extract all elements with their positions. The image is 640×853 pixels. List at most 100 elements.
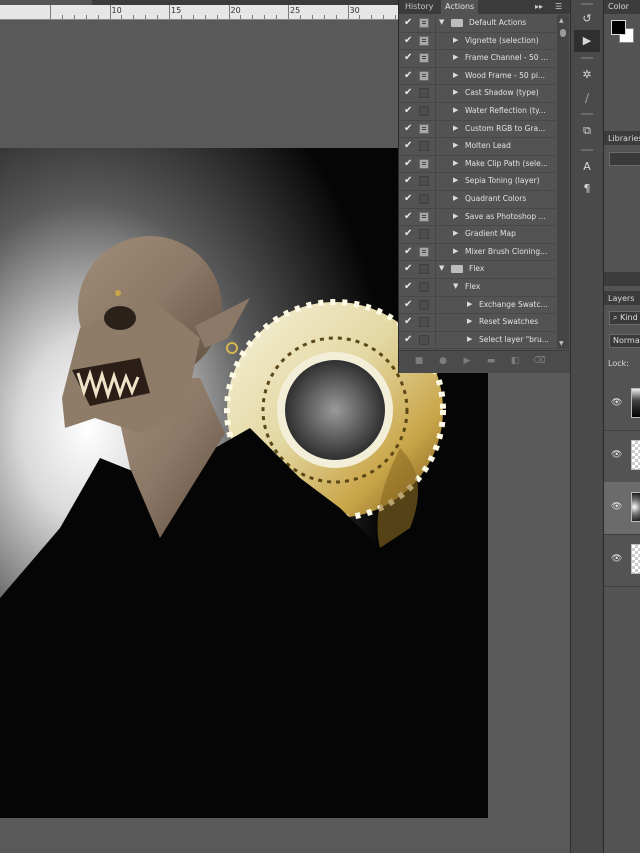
stop-icon[interactable]: ■ xyxy=(413,355,425,367)
new-set-folder-icon[interactable]: ▬ xyxy=(485,355,497,367)
toggle-dialog-icon[interactable] xyxy=(419,299,429,310)
toggle-dialog-icon[interactable] xyxy=(419,53,429,64)
chevron-right-icon[interactable]: ▶ xyxy=(453,124,458,132)
toggle-item-checkbox[interactable]: ✔ xyxy=(404,70,414,82)
scroll-up-icon[interactable]: ▲ xyxy=(559,17,564,24)
trash-icon[interactable]: ⌫ xyxy=(533,355,546,367)
toggle-dialog-icon[interactable] xyxy=(419,246,429,257)
toggle-dialog-icon[interactable] xyxy=(419,88,429,99)
eye-icon[interactable]: 👁 xyxy=(611,450,622,460)
toggle-item-checkbox[interactable]: ✔ xyxy=(404,158,414,170)
layer-thumbnail[interactable] xyxy=(631,440,640,470)
toggle-item-checkbox[interactable]: ✔ xyxy=(404,193,414,205)
new-action-icon[interactable]: ◧ xyxy=(509,355,521,367)
action-row[interactable]: ✔ ▶ Quadrant Colors xyxy=(399,190,557,209)
scrollbar-thumb[interactable] xyxy=(560,29,566,37)
chevron-right-icon[interactable]: ▶ xyxy=(467,317,472,325)
toggle-dialog-icon[interactable] xyxy=(419,264,429,275)
toggle-dialog-icon[interactable] xyxy=(419,70,429,81)
action-row[interactable]: ✔ ▶ Vignette (selection) xyxy=(399,32,557,51)
panel-grip[interactable] xyxy=(581,113,593,115)
toggle-item-checkbox[interactable]: ✔ xyxy=(404,123,414,135)
panel-grip[interactable] xyxy=(581,57,593,59)
action-row[interactable]: ✔ ▶ Custom RGB to Gra... xyxy=(399,120,557,139)
toggle-dialog-icon[interactable] xyxy=(419,334,429,345)
chevron-right-icon[interactable]: ▶ xyxy=(453,194,458,202)
foreground-color-swatch[interactable] xyxy=(611,20,626,35)
clone-source-icon[interactable]: ⧉ xyxy=(574,120,600,142)
toggle-item-checkbox[interactable]: ✔ xyxy=(404,228,414,240)
toggle-dialog-icon[interactable] xyxy=(419,229,429,240)
layer-row[interactable]: 👁 xyxy=(604,378,640,431)
layer-row[interactable]: 👁 xyxy=(604,430,640,483)
toggle-dialog-icon[interactable] xyxy=(419,123,429,134)
toggle-item-checkbox[interactable]: ✔ xyxy=(404,246,414,258)
action-row[interactable]: ✔ ▶ Make Clip Path (sele... xyxy=(399,155,557,174)
action-set-row[interactable]: ✔ ▼ Flex xyxy=(399,261,557,279)
history-brush-icon[interactable]: ↺ xyxy=(574,8,600,30)
scroll-down-icon[interactable]: ▼ xyxy=(559,340,564,347)
action-row[interactable]: ✔ ▶ Frame Channel - 50 ... xyxy=(399,50,557,68)
chevron-right-icon[interactable]: ▶ xyxy=(453,53,458,61)
horizontal-ruler[interactable]: 10 15 20 25 30 xyxy=(0,5,398,20)
toggle-dialog-icon[interactable] xyxy=(419,281,429,292)
toggle-item-checkbox[interactable]: ✔ xyxy=(404,87,414,99)
toggle-item-checkbox[interactable]: ✔ xyxy=(404,140,414,152)
panel-grip[interactable] xyxy=(581,149,593,151)
action-row[interactable]: ✔ ▶ Mixer Brush Cloning... xyxy=(399,243,557,262)
toggle-dialog-icon[interactable] xyxy=(419,35,429,46)
action-row[interactable]: ✔ ▶ Molten Lead xyxy=(399,138,557,156)
play-icon[interactable]: ▶ xyxy=(461,355,473,367)
toggle-item-checkbox[interactable]: ✔ xyxy=(404,316,414,328)
layers-panel-title[interactable]: Layers xyxy=(608,294,634,303)
chevron-right-icon[interactable]: ▶ xyxy=(453,106,458,114)
toggle-dialog-icon[interactable] xyxy=(419,158,429,169)
toggle-dialog-icon[interactable] xyxy=(419,176,429,187)
tab-history[interactable]: History xyxy=(401,0,437,14)
toggle-dialog-icon[interactable] xyxy=(419,105,429,116)
action-row[interactable]: ✔ ▶ Cast Shadow (type) xyxy=(399,85,557,103)
action-step-row[interactable]: ✔ ▶ Reset Swatches xyxy=(399,314,557,332)
chevron-right-icon[interactable]: ▶ xyxy=(453,71,458,79)
chevron-down-icon[interactable]: ▼ xyxy=(439,264,444,272)
action-step-row[interactable]: ✔ ▶ Exchange Swatc... xyxy=(399,296,557,315)
character-icon[interactable]: A xyxy=(574,156,600,178)
libraries-panel-title[interactable]: Libraries xyxy=(608,134,640,143)
action-row[interactable]: ✔ ▶ Save as Photoshop ... xyxy=(399,208,557,227)
toggle-dialog-icon[interactable] xyxy=(419,18,429,28)
panel-menu-icon[interactable]: ☰ xyxy=(555,0,562,14)
action-step-row[interactable]: ✔ ▶ Select layer "bru... xyxy=(399,331,557,350)
toggle-item-checkbox[interactable]: ✔ xyxy=(404,281,414,293)
brush-settings-icon[interactable]: ✲ xyxy=(574,64,600,86)
chevron-down-icon[interactable]: ▼ xyxy=(439,18,444,26)
chevron-right-icon[interactable]: ▶ xyxy=(453,159,458,167)
brushes-icon[interactable]: ⧸ xyxy=(574,88,600,110)
toggle-item-checkbox[interactable]: ✔ xyxy=(404,52,414,64)
panel-grip[interactable] xyxy=(581,3,593,5)
action-row[interactable]: ✔ ▶ Sepia Toning (layer) xyxy=(399,173,557,191)
chevron-right-icon[interactable]: ▶ xyxy=(453,176,458,184)
eye-icon[interactable]: 👁 xyxy=(611,554,622,564)
action-row[interactable]: ✔ ▶ Water Reflection (ty... xyxy=(399,102,557,121)
toggle-item-checkbox[interactable]: ✔ xyxy=(404,35,414,47)
library-select[interactable] xyxy=(609,152,640,166)
toggle-item-checkbox[interactable]: ✔ xyxy=(404,17,414,29)
layer-thumbnail[interactable] xyxy=(631,544,640,574)
toggle-dialog-icon[interactable] xyxy=(419,317,429,328)
eye-icon[interactable]: 👁 xyxy=(611,502,622,512)
double-chevron-right-icon[interactable]: ▸▸ xyxy=(535,0,543,14)
chevron-right-icon[interactable]: ▶ xyxy=(453,212,458,220)
action-list-scrollbar[interactable]: ▲ ▼ xyxy=(557,15,569,349)
layer-row[interactable]: 👁 xyxy=(604,482,640,535)
chevron-right-icon[interactable]: ▶ xyxy=(453,36,458,44)
blend-mode-select[interactable]: Normal xyxy=(609,334,640,348)
tab-actions[interactable]: Actions xyxy=(441,0,479,14)
layer-kind-filter[interactable]: ⌕ Kind xyxy=(609,311,640,325)
chevron-right-icon[interactable]: ▶ xyxy=(453,229,458,237)
toggle-item-checkbox[interactable]: ✔ xyxy=(404,299,414,311)
toggle-item-checkbox[interactable]: ✔ xyxy=(404,211,414,223)
chevron-right-icon[interactable]: ▶ xyxy=(467,300,472,308)
actions-play-icon[interactable]: ▶ xyxy=(574,30,600,52)
action-row[interactable]: ✔ ▼ Flex xyxy=(399,278,557,297)
chevron-right-icon[interactable]: ▶ xyxy=(453,88,458,96)
